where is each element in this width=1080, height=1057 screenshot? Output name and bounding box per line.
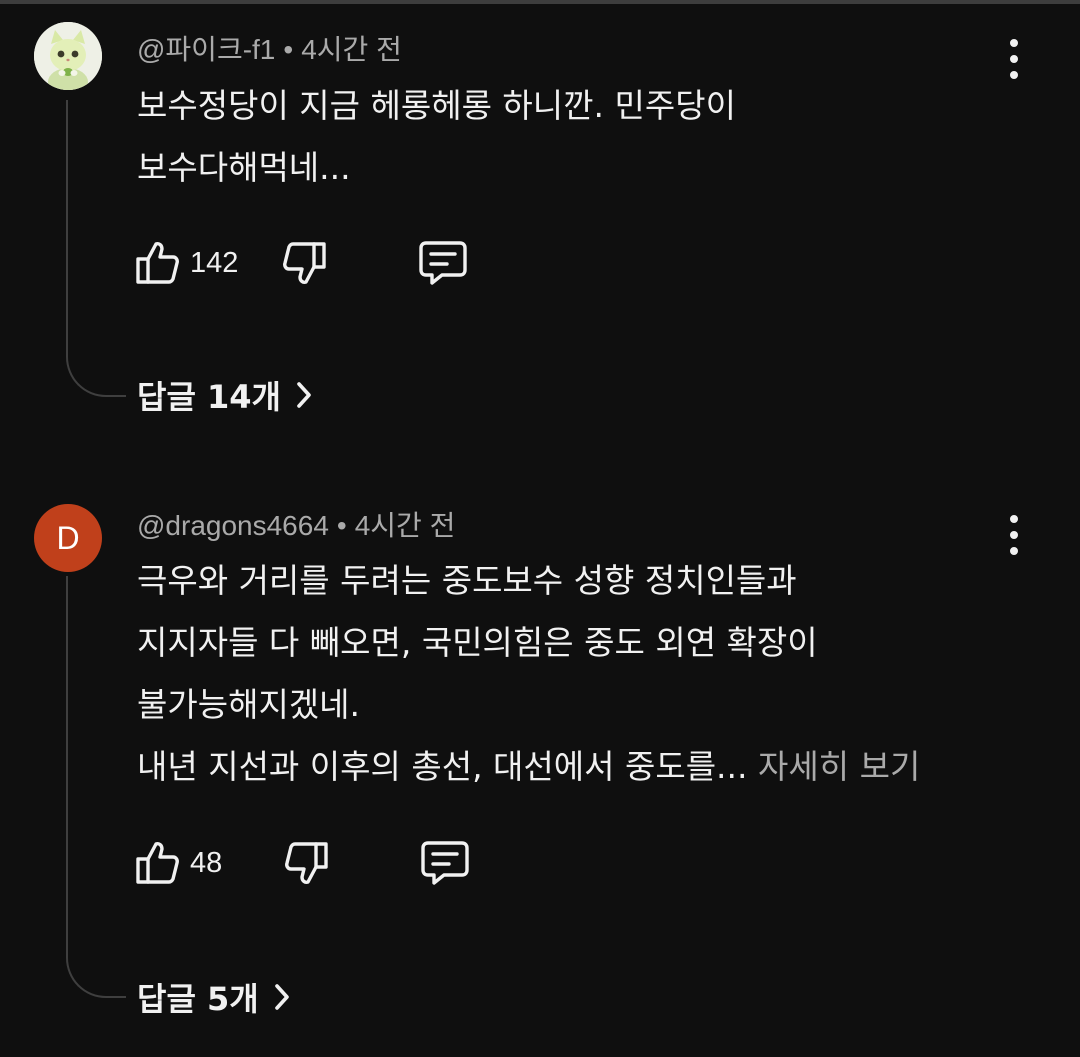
read-more-link[interactable]: 자세히 보기 bbox=[758, 747, 920, 786]
author-handle[interactable]: @파이크-f1 bbox=[137, 34, 275, 65]
chevron-right-icon bbox=[297, 382, 311, 408]
thumbs-up-icon bbox=[136, 842, 179, 884]
thumbs-down-icon bbox=[285, 842, 328, 884]
meta-separator: • bbox=[336, 510, 347, 541]
comment-item: @파이크-f1 • 4시간 전 보수정당이 지금 헤롱헤롱 하니깐. 민주당이 보수… bbox=[0, 0, 1080, 470]
comment-text: 극우와 거리를 두려는 중도보수 성향 정치인들과 지지자들 다 빼오면, 국민… bbox=[137, 550, 1037, 798]
like-count: 48 bbox=[190, 846, 223, 879]
like-button[interactable]: 48 bbox=[134, 838, 222, 888]
like-count: 142 bbox=[190, 246, 239, 279]
author-handle[interactable]: @dragons4664 bbox=[137, 510, 329, 541]
comment-item: D @dragons4664 • 4시간 전 극우와 거리를 두려는 중도보수 성향… bbox=[0, 470, 1080, 1057]
avatar[interactable]: D bbox=[34, 504, 102, 572]
view-replies-button[interactable]: 답글 5개 bbox=[137, 974, 291, 1020]
thumbs-up-icon bbox=[136, 242, 179, 284]
comment-line-last: 내년 지선과 이후의 총선, 대선에서 중도를... 자세히 보기 bbox=[137, 736, 1037, 798]
meta-separator: • bbox=[283, 34, 294, 65]
thread-line bbox=[66, 100, 126, 397]
replies-label: 답글 5개 bbox=[137, 980, 259, 1018]
comment-line: 극우와 거리를 두려는 중도보수 성향 정치인들과 bbox=[137, 561, 797, 600]
comment-meta: @파이크-f1 • 4시간 전 bbox=[137, 28, 402, 68]
cat-avatar-icon bbox=[34, 22, 102, 90]
reply-button[interactable] bbox=[420, 839, 470, 887]
thumbs-down-icon bbox=[283, 242, 327, 284]
dislike-button[interactable] bbox=[282, 238, 328, 288]
thread-line bbox=[66, 576, 126, 998]
more-options-icon[interactable] bbox=[1000, 39, 1028, 79]
comment-line: 내년 지선과 이후의 총선, 대선에서 중도를... bbox=[137, 747, 748, 786]
comment-line: 불가능해지겠네. bbox=[137, 685, 361, 724]
like-button[interactable]: 142 bbox=[134, 238, 238, 288]
reply-button[interactable] bbox=[418, 239, 468, 287]
replies-label: 답글 14개 bbox=[137, 378, 281, 416]
comment-actions: 48 bbox=[134, 837, 470, 889]
chevron-right-icon bbox=[274, 984, 289, 1010]
comment-icon bbox=[421, 841, 469, 885]
comment-actions: 142 bbox=[134, 237, 468, 289]
comment-line: 지지자들 다 빼오면, 국민의힘은 중도 외연 확장이 bbox=[137, 623, 818, 662]
comment-time: 4시간 전 bbox=[354, 510, 456, 541]
comment-icon bbox=[419, 241, 468, 285]
comment-line: 보수다해먹네... bbox=[137, 148, 351, 187]
comment-time: 4시간 전 bbox=[301, 34, 402, 65]
comment-line: 보수정당이 지금 헤롱헤롱 하니깐. 민주당이 bbox=[137, 86, 736, 125]
comment-meta: @dragons4664 • 4시간 전 bbox=[137, 504, 455, 544]
view-replies-button[interactable]: 답글 14개 bbox=[137, 372, 313, 418]
avatar[interactable] bbox=[34, 22, 102, 90]
more-options-icon[interactable] bbox=[1000, 515, 1028, 555]
dislike-button[interactable] bbox=[284, 838, 330, 888]
avatar-letter: D bbox=[56, 520, 80, 556]
comment-text: 보수정당이 지금 헤롱헤롱 하니깐. 민주당이 보수다해먹네... bbox=[137, 75, 1037, 199]
